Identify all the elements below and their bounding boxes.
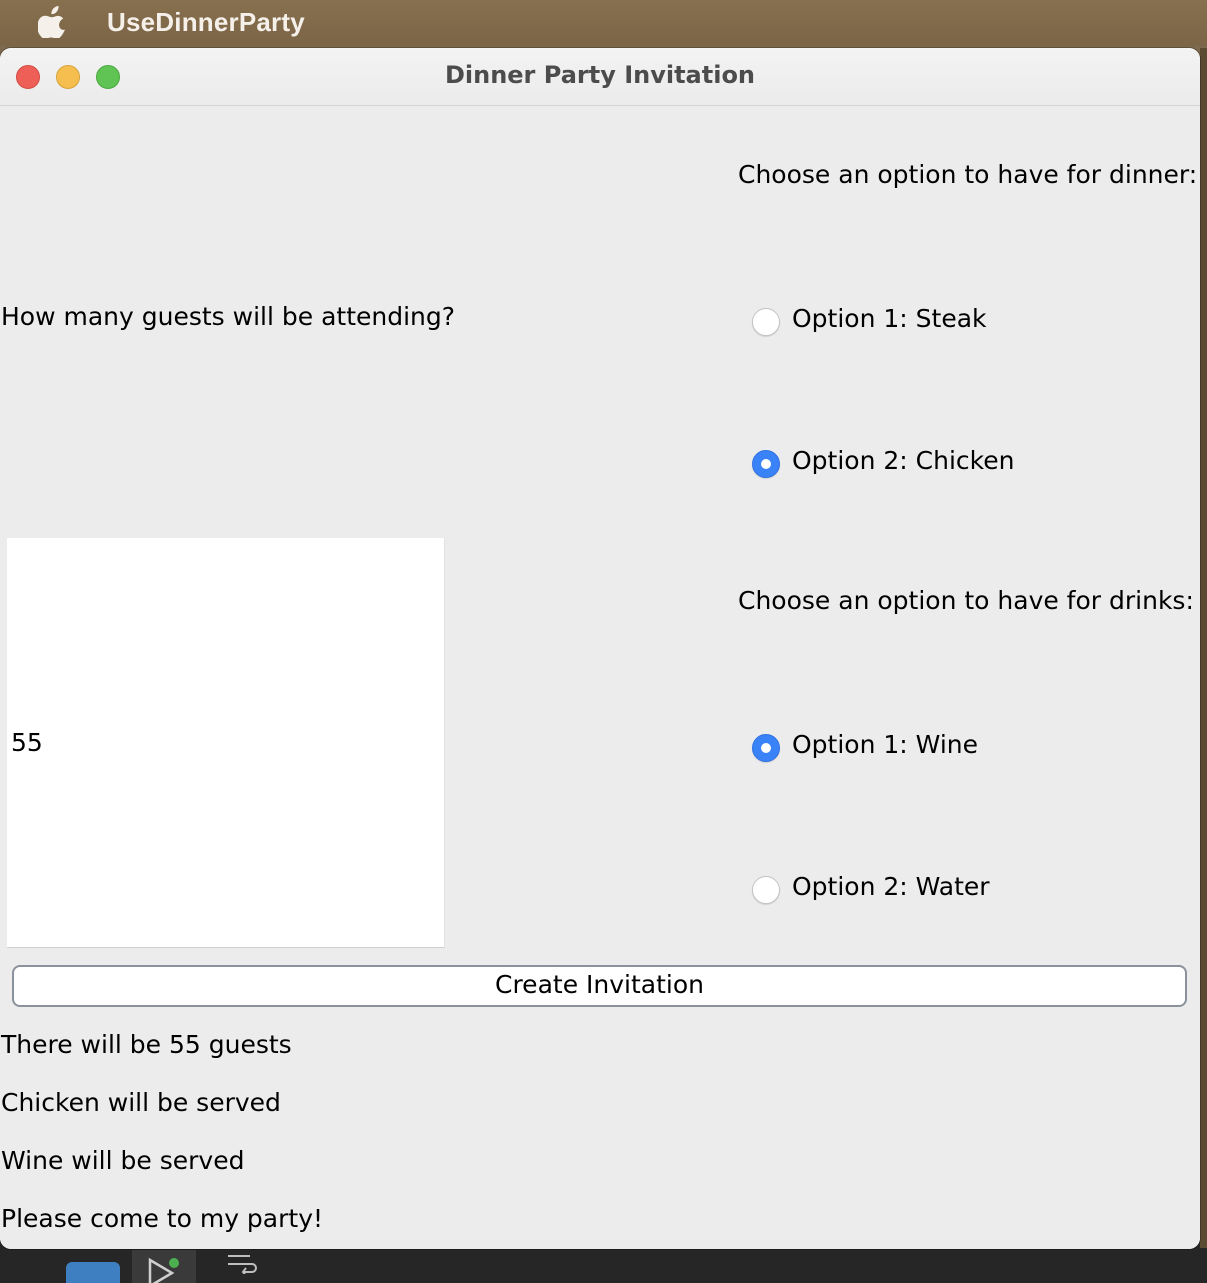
window-content: How many guests will be attending? Choos… (0, 106, 1200, 1249)
run-button[interactable] (132, 1250, 196, 1283)
output-closing-line: Please come to my party! (1, 1204, 324, 1233)
output-drinks-line: Wine will be served (1, 1146, 245, 1175)
guests-text-area[interactable] (7, 538, 445, 948)
radio-label: Option 1: Wine (792, 730, 978, 759)
title-bar: Dinner Party Invitation (0, 48, 1200, 106)
folder-icon[interactable] (66, 1262, 120, 1283)
apple-icon[interactable] (38, 6, 68, 38)
guests-question-label: How many guests will be attending? (1, 302, 456, 331)
radio-label: Option 1: Steak (792, 304, 987, 333)
radio-button-selected-icon[interactable] (752, 450, 780, 478)
dinner-party-window: Dinner Party Invitation How many guests … (0, 48, 1200, 1249)
wrap-icon[interactable] (226, 1252, 258, 1278)
radio-button-selected-icon[interactable] (752, 734, 780, 762)
create-invitation-button[interactable]: Create Invitation (12, 965, 1187, 1007)
app-name[interactable]: UseDinnerParty (107, 7, 305, 38)
guests-input[interactable] (11, 728, 411, 757)
radio-button-icon[interactable] (752, 308, 780, 336)
drinks-heading: Choose an option to have for drinks: (738, 586, 1194, 615)
dinner-heading: Choose an option to have for dinner: (738, 160, 1198, 189)
play-icon (148, 1257, 179, 1283)
output-dinner-line: Chicken will be served (1, 1088, 281, 1117)
radio-button-icon[interactable] (752, 876, 780, 904)
menu-bar: UseDinnerParty (0, 0, 1207, 46)
radio-label: Option 2: Chicken (792, 446, 1015, 475)
radio-label: Option 2: Water (792, 872, 990, 901)
output-guests-line: There will be 55 guests (1, 1030, 292, 1059)
background-window-edge (1200, 48, 1207, 1248)
window-title: Dinner Party Invitation (444, 61, 756, 89)
